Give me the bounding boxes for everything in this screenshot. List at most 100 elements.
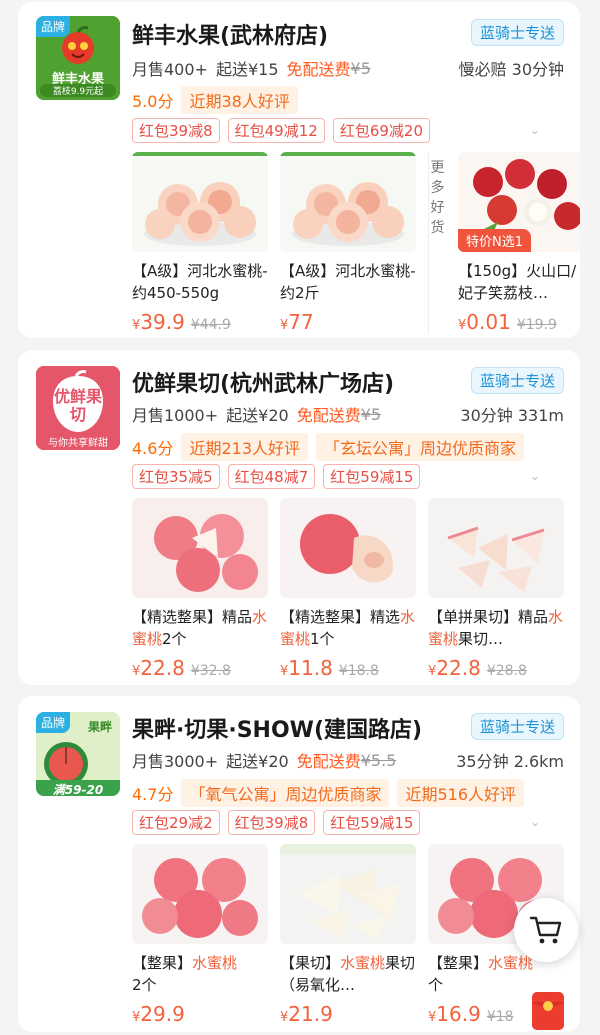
product-item[interactable]: 【精选整果】精选水蜜桃1个 ¥11.8 ¥18.8 xyxy=(280,498,416,680)
product-price: ¥11.8 ¥18.8 xyxy=(280,656,416,680)
red-packet-button[interactable] xyxy=(530,990,566,1030)
product-item[interactable]: 【单拼果切】精品水蜜桃果切… ¥22.8 ¥28.8 xyxy=(428,498,564,680)
coupon[interactable]: 红包69减20 xyxy=(332,118,431,143)
review-chip: 近期516人好评 xyxy=(397,779,525,807)
coupon[interactable]: 红包39减8 xyxy=(227,810,316,835)
coupon-row[interactable]: 红包29减2 红包39减8 红包59减15 xyxy=(132,810,550,835)
product-title-text: 2个 xyxy=(132,976,157,994)
min-order: 起送¥20 xyxy=(226,752,289,771)
min-order: 起送¥20 xyxy=(226,406,289,425)
peach-slices-image xyxy=(428,498,564,598)
product-title-highlight: 水蜜桃 xyxy=(488,954,534,972)
free-delivery: 免配送费 xyxy=(286,60,351,79)
peach-image xyxy=(132,844,268,944)
price-current: 22.8 xyxy=(436,656,481,680)
store-metrics: 月售3000+ 起送¥20 免配送费 ¥5.5 35分钟 2.6km xyxy=(132,748,564,772)
price-original: ¥19.9 xyxy=(516,317,557,333)
product-item[interactable]: 【整果】水蜜桃 2个 ¥29.9 xyxy=(132,844,268,1026)
product-item[interactable]: 【精选整果】精品水蜜桃2个 ¥22.8 ¥32.8 xyxy=(132,498,268,680)
store-score: 4.6分 xyxy=(132,439,174,458)
product-item[interactable]: 【A级】河北水蜜桃-约2斤 ¥77 xyxy=(280,152,416,334)
product-image xyxy=(132,498,268,598)
delivery-badge: 蓝骑士专送 xyxy=(470,713,564,740)
product-title: 【A级】河北水蜜桃-约2斤 xyxy=(280,260,416,304)
chevron-down-icon[interactable]: ⌄ xyxy=(530,123,540,137)
store-metrics: 月售400+ 起送¥15 免配送费 ¥5 慢必赔 30分钟 xyxy=(132,56,564,80)
cart-button[interactable] xyxy=(514,898,578,962)
price-current: 22.8 xyxy=(140,656,185,680)
product-title-text: 【整果】 xyxy=(428,954,489,972)
product-list: 【A级】河北水蜜桃-约450-550g ¥39.9 ¥44.9 【A级】河北水蜜桃… xyxy=(132,152,580,334)
store-score: 4.7分 xyxy=(132,785,174,804)
product-title-text: 【果切】 xyxy=(280,954,341,972)
price-original: ¥44.9 xyxy=(190,317,231,333)
logo-subtext: 荔枝9.9元起 xyxy=(40,84,116,97)
product-price: ¥29.9 xyxy=(132,1002,268,1026)
product-title-text: 1个 xyxy=(310,630,335,648)
store-card[interactable]: 优鲜果切 与你共享鲜甜 优鲜果切(杭州武林广场店) 蓝骑士专送 月售1000+ … xyxy=(18,350,580,685)
store-name: 果畔·切果·SHOW(建国路店) xyxy=(132,718,423,743)
delivery-time: 35分钟 2.6km xyxy=(456,752,564,771)
coupon-row[interactable]: 红包35减5 红包48减7 红包59减15 xyxy=(132,464,550,489)
coupon[interactable]: 红包49减12 xyxy=(227,118,325,143)
product-title: 【果切】水蜜桃果切（易氧化… xyxy=(280,952,416,996)
promo-badge: 特价N选1 xyxy=(458,229,531,252)
product-title: 【A级】河北水蜜桃-约450-550g xyxy=(132,260,268,304)
product-item[interactable]: 特价N选1 【150g】火山口/妃子笑荔枝… ¥0.01 ¥19.9 xyxy=(458,152,580,334)
product-title-text: 【整果】 xyxy=(132,954,193,972)
chevron-down-icon[interactable]: ⌄ xyxy=(530,815,540,829)
product-item[interactable]: 【A级】河北水蜜桃-约450-550g ¥39.9 ¥44.9 xyxy=(132,152,268,334)
price-original: ¥28.8 xyxy=(486,663,527,679)
coupon[interactable]: 红包29减2 xyxy=(132,810,220,835)
store-logo[interactable]: 优鲜果切 与你共享鲜甜 xyxy=(36,366,120,450)
product-price: ¥21.9 xyxy=(280,1002,416,1026)
monthly-sales: 月售400+ xyxy=(132,60,208,79)
rating-row: 4.7分 「氧气公寓」周边优质商家 近期516人好评 xyxy=(132,779,564,807)
rating-row: 5.0分 近期38人好评 xyxy=(132,86,564,114)
product-title-highlight: 水蜜桃 xyxy=(192,954,238,972)
product-title-text: 【A级】河北水蜜桃-约2斤 xyxy=(280,262,416,302)
delivery-badge: 蓝骑士专送 xyxy=(470,367,564,394)
product-title-text: 2个 xyxy=(162,630,187,648)
store-card[interactable]: 品牌 果畔 满59-20 果畔·切果·SHOW(建国路店) 蓝骑士专送 月售30… xyxy=(18,696,580,1032)
product-image xyxy=(280,844,416,944)
store-logo[interactable]: 品牌 鲜丰水果 荔枝9.9元起 xyxy=(36,16,120,100)
min-order: 起送¥15 xyxy=(215,60,279,79)
red-envelope-icon xyxy=(532,992,564,1030)
store-metrics: 月售1000+ 起送¥20 免配送费 ¥5 30分钟 331m xyxy=(132,402,564,426)
product-image xyxy=(132,844,268,944)
logo-text: 果畔 xyxy=(88,720,113,734)
product-list: 【精选整果】精品水蜜桃2个 ¥22.8 ¥32.8 【精选整果】精选水蜜桃1个 ¥… xyxy=(132,498,564,680)
more-goods-link[interactable]: 更多好货 xyxy=(428,152,446,334)
coupon[interactable]: 红包39减8 xyxy=(132,118,220,143)
coupon[interactable]: 红包35减5 xyxy=(132,464,220,489)
delivery-time: 慢必赔 30分钟 xyxy=(458,60,564,79)
store-card[interactable]: 品牌 鲜丰水果 荔枝9.9元起 鲜丰水果(武林府店) 蓝骑士专送 月售400+ … xyxy=(18,2,580,338)
coupon[interactable]: 红包48减7 xyxy=(227,464,316,489)
brand-tag: 品牌 xyxy=(36,712,71,733)
chevron-down-icon[interactable]: ⌄ xyxy=(530,469,540,483)
price-original: ¥32.8 xyxy=(190,663,231,679)
peach-image xyxy=(132,498,268,598)
product-item[interactable]: 【果切】水蜜桃果切（易氧化… ¥21.9 xyxy=(280,844,416,1026)
coupon[interactable]: 红包59减15 xyxy=(323,810,421,835)
product-image xyxy=(132,152,268,252)
store-score: 5.0分 xyxy=(132,92,174,111)
delivery-badge: 蓝骑士专送 xyxy=(470,19,564,46)
review-chip: 近期213人好评 xyxy=(181,433,308,461)
product-title: 【精选整果】精品水蜜桃2个 xyxy=(132,606,268,650)
free-delivery: 免配送费 xyxy=(296,406,361,425)
coupon-row[interactable]: 红包39减8 红包49减12 红包69减20 xyxy=(132,118,550,143)
free-delivery: 免配送费 xyxy=(296,752,361,771)
product-title: 【整果】水蜜桃 2个 xyxy=(132,952,268,996)
monthly-sales: 月售3000+ xyxy=(132,752,219,771)
price-current: 0.01 xyxy=(466,310,511,334)
logo-subtext: 满59-20 xyxy=(52,783,104,796)
coupon[interactable]: 红包59减15 xyxy=(323,464,421,489)
product-price: ¥22.8 ¥28.8 xyxy=(428,656,564,680)
old-delivery-fee: ¥5 xyxy=(350,58,371,78)
peach-slices-image xyxy=(280,844,416,944)
price-current: 16.9 xyxy=(436,1002,481,1026)
store-logo[interactable]: 品牌 果畔 满59-20 xyxy=(36,712,120,796)
logo-subtext: 与你共享鲜甜 xyxy=(48,438,108,449)
